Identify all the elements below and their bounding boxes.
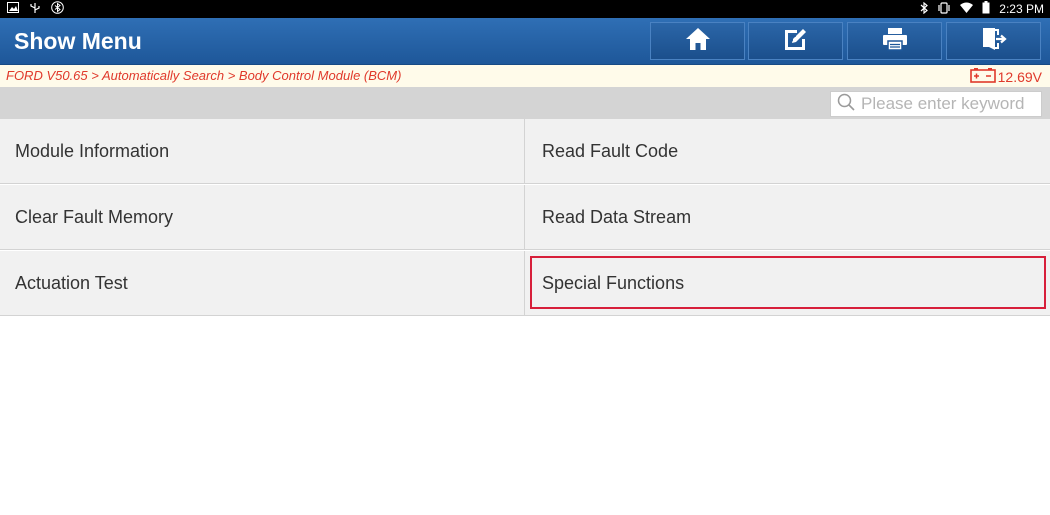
voltage-value: 12.69V [997, 68, 1042, 85]
car-battery-icon [969, 67, 996, 86]
breadcrumb: FORD V50.65 > Automatically Search > Bod… [6, 68, 402, 83]
search-bar [0, 87, 1050, 119]
bluetooth-icon [920, 1, 929, 17]
bluetooth-circle-icon [51, 1, 64, 17]
page-title: Show Menu [14, 28, 142, 54]
menu-item-label: Special Functions [542, 272, 685, 293]
menu-item-label: Clear Fault Memory [15, 206, 174, 227]
voltage-indicator: 12.69V [969, 67, 1042, 86]
menu-item-label: Actuation Test [15, 272, 128, 293]
edit-icon [782, 26, 810, 56]
menu-item-module-information[interactable]: Module Information [0, 119, 524, 184]
search-input[interactable] [861, 94, 1041, 114]
menu-item-clear-fault-memory[interactable]: Clear Fault Memory [0, 185, 524, 250]
menu-item-label: Read Fault Code [542, 140, 679, 161]
wifi-icon [960, 2, 974, 16]
vibrate-icon [937, 1, 951, 17]
menu-item-actuation-test[interactable]: Actuation Test [0, 251, 524, 316]
menu-item-label: Module Information [15, 140, 170, 161]
status-bar: 2:23 PM [0, 0, 1050, 18]
menu-item-read-fault-code[interactable]: Read Fault Code [524, 119, 1050, 184]
menu-item-label: Read Data Stream [542, 206, 692, 227]
battery-icon [982, 1, 990, 17]
status-right-icons: 2:23 PM [920, 0, 1044, 18]
print-icon [881, 26, 909, 56]
breadcrumb-bar: FORD V50.65 > Automatically Search > Bod… [0, 65, 1050, 87]
image-icon [7, 2, 19, 16]
exit-icon [980, 26, 1008, 56]
edit-button[interactable] [748, 22, 843, 60]
home-icon [685, 27, 711, 55]
menu-item-special-functions[interactable]: Special Functions [524, 251, 1050, 316]
home-button[interactable] [650, 22, 745, 60]
print-button[interactable] [847, 22, 942, 60]
exit-button[interactable] [946, 22, 1041, 60]
app-header: Show Menu [0, 18, 1050, 65]
status-left-icons [7, 1, 64, 17]
search-box [830, 91, 1042, 117]
status-time: 2:23 PM [999, 2, 1044, 16]
usb-icon [29, 2, 41, 17]
menu-item-read-data-stream[interactable]: Read Data Stream [524, 185, 1050, 250]
search-icon [837, 93, 855, 115]
